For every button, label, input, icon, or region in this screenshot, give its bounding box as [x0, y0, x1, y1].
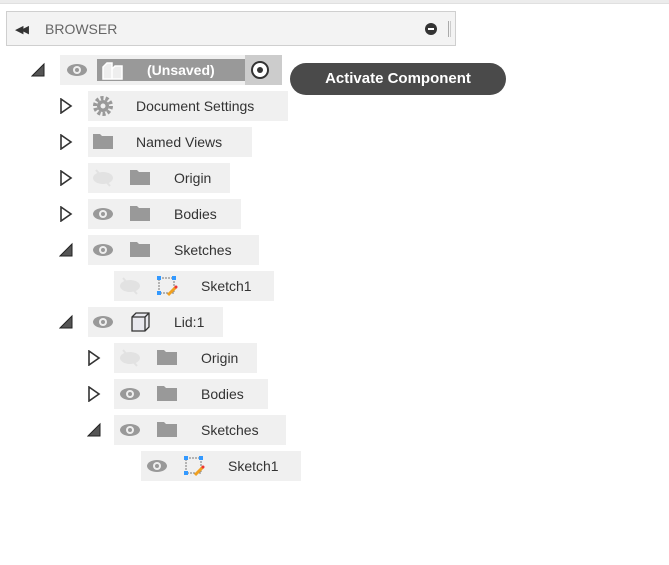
tree-node-label: Origin — [174, 170, 212, 186]
tree-node-label: Bodies — [174, 206, 217, 222]
tooltip: Activate Component — [290, 63, 506, 95]
eye-icon[interactable] — [146, 456, 168, 476]
collapsed-toggle-icon[interactable] — [59, 133, 73, 151]
folder-icon — [156, 419, 178, 439]
folder-icon — [92, 131, 114, 151]
tree-node-label: (Unsaved) — [147, 62, 215, 78]
tree-node[interactable]: Sketches — [0, 235, 669, 265]
tree-node-label: Origin — [201, 350, 239, 366]
collapse-panel-icon[interactable]: ◀◀ — [15, 23, 29, 36]
folder-icon — [129, 203, 151, 223]
collapsed-toggle-icon[interactable] — [59, 169, 73, 187]
tree-node[interactable]: Sketch1 — [0, 271, 669, 301]
tree-node-label: Sketch1 — [228, 458, 279, 474]
collapsed-toggle-icon[interactable] — [87, 349, 101, 367]
activate-component-radio[interactable] — [251, 61, 269, 79]
tree-node-label: Sketches — [174, 242, 232, 258]
top-border — [0, 0, 669, 4]
tree-node[interactable]: Bodies — [0, 379, 669, 409]
tree-node[interactable]: Lid:1 — [0, 307, 669, 337]
gear-icon — [92, 95, 114, 116]
eye-icon[interactable] — [92, 204, 114, 224]
minimize-icon[interactable] — [425, 23, 437, 35]
folder-icon — [129, 167, 151, 187]
browser-title: BROWSER — [45, 21, 118, 37]
eye-icon[interactable] — [66, 60, 88, 80]
eye-icon[interactable] — [119, 384, 141, 404]
eye-icon[interactable] — [92, 240, 114, 260]
expanded-toggle-icon[interactable] — [86, 422, 101, 438]
folder-icon — [156, 383, 178, 403]
folder-icon — [156, 347, 178, 367]
tree-node-label: Sketch1 — [201, 278, 252, 294]
tree-node[interactable]: Document Settings — [0, 91, 669, 121]
tree-node[interactable]: Bodies — [0, 199, 669, 229]
browser-header: ◀◀ BROWSER — [6, 11, 456, 46]
expanded-toggle-icon[interactable] — [30, 62, 45, 78]
sketch-icon — [156, 275, 178, 297]
collapsed-toggle-icon[interactable] — [87, 385, 101, 403]
tree-node[interactable]: Sketch1 — [0, 451, 669, 481]
sketch-icon — [183, 455, 205, 477]
tree-node-label: Document Settings — [136, 98, 255, 114]
tree-node[interactable]: Sketches — [0, 415, 669, 445]
body-icon — [129, 311, 151, 332]
eye-hidden-icon[interactable] — [92, 168, 114, 188]
tree-node-label: Lid:1 — [174, 314, 205, 330]
component-icon — [101, 59, 123, 80]
tree-node[interactable]: Origin — [0, 163, 669, 193]
collapsed-toggle-icon[interactable] — [59, 97, 73, 115]
tree-node-label: Sketches — [201, 422, 259, 438]
eye-hidden-icon[interactable] — [119, 348, 141, 368]
tree-node-label: Named Views — [136, 134, 223, 150]
resize-grip[interactable] — [448, 21, 451, 37]
eye-hidden-icon[interactable] — [119, 276, 141, 296]
eye-icon[interactable] — [119, 420, 141, 440]
tree-node-label: Bodies — [201, 386, 244, 402]
tree-node[interactable]: Origin — [0, 343, 669, 373]
eye-icon[interactable] — [92, 312, 114, 332]
folder-icon — [129, 239, 151, 259]
expanded-toggle-icon[interactable] — [58, 242, 73, 258]
tree-node[interactable]: Named Views — [0, 127, 669, 157]
collapsed-toggle-icon[interactable] — [59, 205, 73, 223]
expanded-toggle-icon[interactable] — [58, 314, 73, 330]
